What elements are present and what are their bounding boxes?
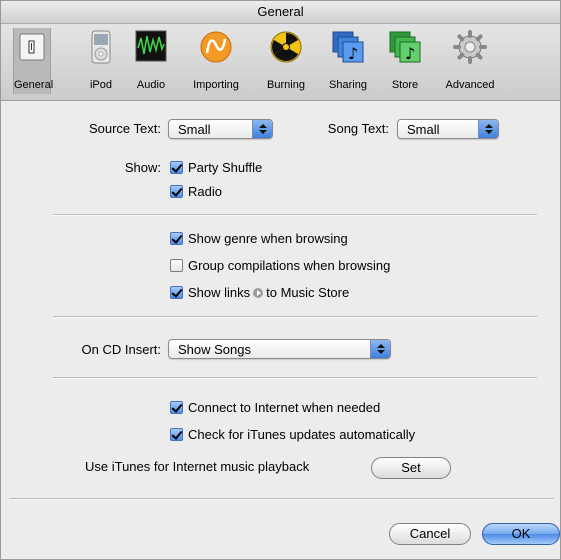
- window-title: General: [1, 1, 560, 24]
- song-text-label: Song Text:: [327, 121, 389, 136]
- show-genre-label[interactable]: Show genre when browsing: [188, 231, 348, 246]
- tab-store[interactable]: ♪ Store: [383, 28, 427, 94]
- tab-advanced-label: Advanced: [445, 79, 495, 91]
- store-music-icon: ♪: [388, 30, 422, 64]
- svg-text:♪: ♪: [348, 44, 358, 63]
- tab-burning-label: Burning: [267, 79, 305, 91]
- separator: [53, 316, 537, 318]
- svg-text:♪: ♪: [405, 44, 415, 63]
- song-text-value: Small: [407, 122, 440, 137]
- tab-advanced[interactable]: Advanced: [435, 28, 505, 94]
- separator: [53, 214, 537, 216]
- separator: [9, 498, 554, 500]
- internet-playback-label: Use iTunes for Internet music playback: [85, 459, 310, 474]
- general-switch-icon: [17, 30, 47, 64]
- source-text-label: Source Text:: [88, 121, 161, 136]
- source-text-popup[interactable]: Small: [168, 119, 273, 139]
- check-updates-label[interactable]: Check for iTunes updates automatically: [188, 427, 415, 442]
- show-label: Show:: [124, 160, 161, 175]
- group-compilations-checkbox[interactable]: [170, 259, 183, 272]
- tab-general-label: General: [14, 79, 54, 91]
- tab-sharing[interactable]: ♪ Sharing: [323, 28, 373, 94]
- connect-internet-checkbox[interactable]: [170, 401, 183, 414]
- cancel-button[interactable]: Cancel: [389, 523, 471, 545]
- show-links-label[interactable]: Show links to Music Store: [188, 285, 349, 300]
- tab-general[interactable]: General: [13, 28, 54, 94]
- set-button[interactable]: Set: [371, 457, 451, 479]
- tab-importing[interactable]: Importing: [181, 28, 251, 94]
- preferences-toolbar: General iPod Audio Importing Burning ♪ S…: [1, 24, 560, 101]
- cd-insert-label: On CD Insert:: [81, 342, 161, 357]
- ipod-icon: [90, 30, 112, 64]
- song-text-popup[interactable]: Small: [397, 119, 499, 139]
- popup-arrows-icon: [370, 340, 390, 358]
- advanced-gear-icon: [453, 30, 487, 64]
- preferences-window: General General iPod Audio Importing Bur…: [0, 0, 561, 560]
- show-genre-checkbox[interactable]: [170, 232, 183, 245]
- tab-store-label: Store: [391, 79, 419, 91]
- radio-checkbox[interactable]: [170, 185, 183, 198]
- popup-arrows-icon: [478, 120, 498, 138]
- tab-sharing-label: Sharing: [329, 79, 367, 91]
- tab-ipod-label: iPod: [89, 79, 113, 91]
- show-links-checkbox[interactable]: [170, 286, 183, 299]
- show-links-text: Show links: [188, 285, 251, 300]
- cd-insert-value: Show Songs: [178, 342, 251, 357]
- burning-radiation-icon: [269, 30, 303, 64]
- source-text-value: Small: [178, 122, 211, 137]
- connect-internet-label[interactable]: Connect to Internet when needed: [188, 400, 380, 415]
- audio-waveform-icon: [135, 30, 167, 62]
- cd-insert-popup[interactable]: Show Songs: [168, 339, 391, 359]
- store-arrow-link-icon: [253, 288, 264, 298]
- radio-label[interactable]: Radio: [188, 184, 222, 199]
- ok-button[interactable]: OK: [482, 523, 560, 545]
- tab-burning[interactable]: Burning: [258, 28, 314, 94]
- tab-ipod[interactable]: iPod: [81, 28, 121, 94]
- to-music-store-text: to Music Store: [266, 285, 350, 300]
- party-shuffle-checkbox[interactable]: [170, 161, 183, 174]
- popup-arrows-icon: [252, 120, 272, 138]
- separator: [53, 377, 537, 379]
- importing-icon: [199, 30, 233, 64]
- sharing-music-icon: ♪: [331, 30, 365, 64]
- tab-audio-label: Audio: [136, 79, 166, 91]
- tab-audio[interactable]: Audio: [129, 28, 173, 94]
- tab-importing-label: Importing: [193, 79, 239, 91]
- check-updates-checkbox[interactable]: [170, 428, 183, 441]
- group-compilations-label[interactable]: Group compilations when browsing: [188, 258, 390, 273]
- party-shuffle-label[interactable]: Party Shuffle: [188, 160, 262, 175]
